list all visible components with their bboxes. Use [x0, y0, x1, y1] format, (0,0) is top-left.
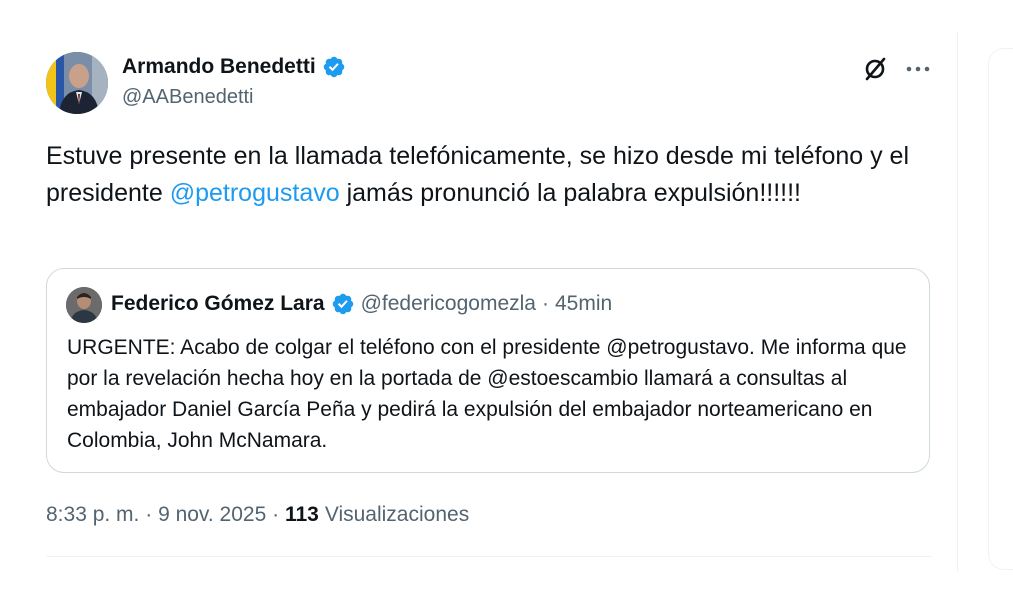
quoted-separator: ·: [541, 292, 549, 315]
quoted-tweet-text: URGENTE: Acabo de colgar el teléfono con…: [67, 336, 907, 452]
column-divider: [957, 32, 958, 572]
meta-separator: ·: [266, 503, 285, 526]
views-count: 113: [284, 503, 319, 526]
tweet-time[interactable]: 8:33 p. m.: [46, 503, 139, 527]
quoted-time[interactable]: 45min: [555, 292, 612, 316]
quoted-author-avatar[interactable]: [66, 287, 102, 323]
author-name-row[interactable]: Armando Benedetti: [122, 55, 346, 79]
quoted-tweet-card[interactable]: Federico Gómez Lara @federicogomezla · 4…: [46, 268, 930, 473]
author-avatar[interactable]: [46, 52, 108, 114]
meta-separator: ·: [139, 503, 159, 526]
tweet-date[interactable]: 9 nov. 2025: [158, 503, 266, 527]
author-name[interactable]: Armando Benedetti: [122, 55, 316, 79]
quoted-author-handle[interactable]: @federicogomezla: [361, 292, 536, 316]
more-horizontal-icon[interactable]: [900, 54, 936, 84]
mention-link[interactable]: @petrogustavo: [170, 179, 340, 207]
verified-badge-icon[interactable]: [331, 292, 355, 316]
quoted-header: Federico Gómez Lara @federicogomezla · 4…: [111, 292, 612, 316]
grok-icon[interactable]: [860, 54, 890, 84]
verified-badge-icon[interactable]: [322, 55, 346, 79]
quoted-author-name[interactable]: Federico Gómez Lara: [111, 292, 325, 316]
side-panel-edge: [988, 48, 1013, 570]
views-label: Visualizaciones: [324, 503, 470, 526]
tweet-container: Armando Benedetti @AABenedetti Estuve pr…: [0, 0, 958, 613]
author-handle[interactable]: @AABenedetti: [122, 86, 254, 109]
tweet-text: Estuve presente en la llamada telefónica…: [46, 138, 916, 212]
divider: [46, 556, 932, 557]
tweet-meta: 8:33 p. m. · 9 nov. 2025 · 113 Visualizac…: [46, 503, 469, 527]
tweet-text-part: jamás pronunció la palabra expulsión!!!!…: [339, 179, 802, 207]
